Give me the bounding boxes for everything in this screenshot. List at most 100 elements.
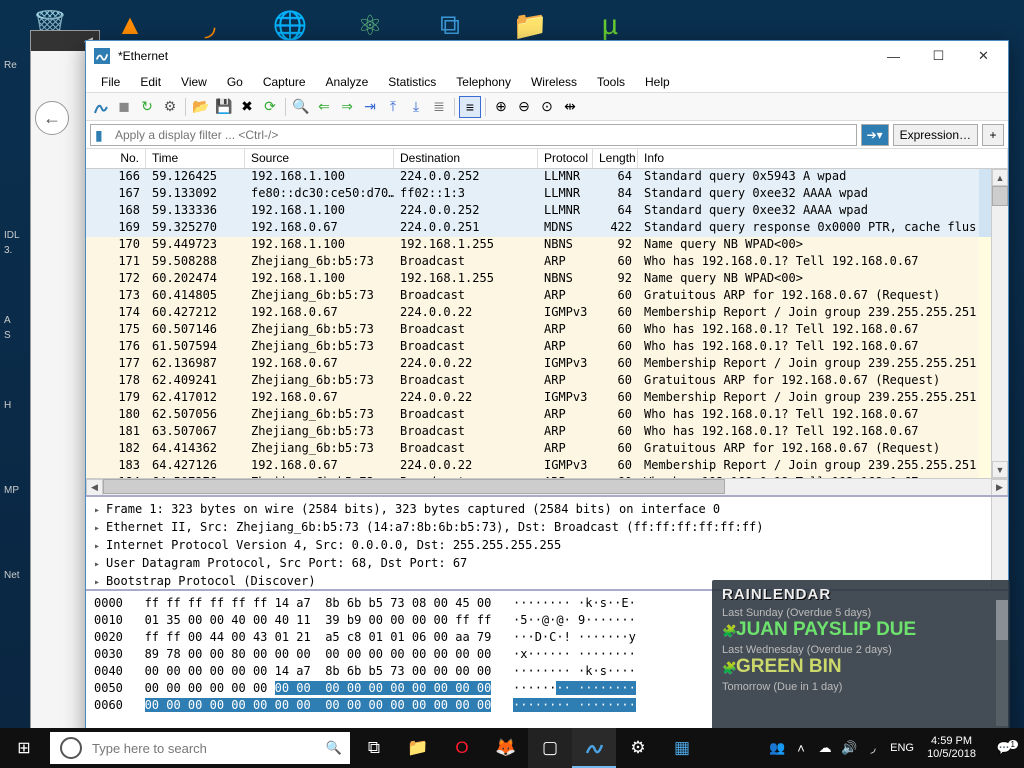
auto-scroll-icon[interactable]: ≣ — [428, 96, 450, 118]
packet-row[interactable]: 16859.133336192.168.1.100224.0.0.252LLMN… — [86, 203, 1008, 220]
menu-view[interactable]: View — [172, 72, 216, 92]
packet-row[interactable]: 16759.133092fe80::dc30:ce50:d70…ff02::1:… — [86, 186, 1008, 203]
display-filter-input[interactable]: ▮ — [90, 124, 857, 146]
menu-capture[interactable]: Capture — [254, 72, 315, 92]
event-item[interactable]: 🧩JUAN PAYSLIP DUE — [722, 619, 1000, 641]
packet-row[interactable]: 18062.507056Zhejiang_6b:b5:73BroadcastAR… — [86, 407, 1008, 424]
menu-telephony[interactable]: Telephony — [447, 72, 520, 92]
tree-node[interactable]: Internet Protocol Version 4, Src: 0.0.0.… — [94, 537, 1000, 555]
tree-node[interactable]: Ethernet II, Src: Zhejiang_6b:b5:73 (14:… — [94, 519, 1000, 537]
save-file-icon[interactable]: 💾 — [213, 96, 235, 118]
packet-row[interactable]: 17661.507594Zhejiang_6b:b5:73BroadcastAR… — [86, 339, 1008, 356]
minimize-button[interactable]: — — [871, 42, 916, 70]
packet-row[interactable]: 17059.449723192.168.1.100192.168.1.255NB… — [86, 237, 1008, 254]
packet-list-vscroll[interactable]: ▲▼ — [991, 169, 1008, 478]
jump-icon[interactable]: ⇥ — [359, 96, 381, 118]
taskbar-firefox-icon[interactable]: 🦊 — [484, 728, 528, 768]
taskbar-settings-icon[interactable]: ⚙ — [616, 728, 660, 768]
taskbar-search[interactable]: Type here to search 🔍 — [50, 732, 350, 764]
col-destination[interactable]: Destination — [394, 149, 538, 168]
packet-row[interactable]: 17260.202474192.168.1.100192.168.1.255NB… — [86, 271, 1008, 288]
restart-capture-icon[interactable]: ↻ — [136, 96, 158, 118]
colorize-icon[interactable]: ≡ — [459, 96, 481, 118]
reload-icon[interactable]: ⟳ — [259, 96, 281, 118]
menu-file[interactable]: File — [92, 72, 129, 92]
zoom-out-icon[interactable]: ⊖ — [513, 96, 535, 118]
close-button[interactable]: ✕ — [961, 42, 1006, 70]
menu-edit[interactable]: Edit — [131, 72, 170, 92]
find-icon[interactable]: 🔍 — [290, 96, 312, 118]
start-button[interactable]: ⊞ — [0, 728, 48, 768]
packet-row[interactable]: 18264.414362Zhejiang_6b:b5:73BroadcastAR… — [86, 441, 1008, 458]
packet-row[interactable]: 16659.126425192.168.1.100224.0.0.252LLMN… — [86, 169, 1008, 186]
col-info[interactable]: Info — [638, 149, 1008, 168]
add-filter-button[interactable]: + — [982, 124, 1004, 146]
expression-button[interactable]: Expression… — [893, 124, 978, 146]
titlebar[interactable]: *Ethernet — ☐ ✕ — [86, 41, 1008, 71]
stop-capture-icon[interactable]: ◼ — [113, 96, 135, 118]
close-file-icon[interactable]: ✖ — [236, 96, 258, 118]
col-protocol[interactable]: Protocol — [538, 149, 593, 168]
menu-tools[interactable]: Tools — [588, 72, 634, 92]
packet-list-header[interactable]: No. Time Source Destination Protocol Len… — [86, 149, 1008, 169]
tray-people-icon[interactable]: 👥 — [765, 740, 789, 756]
packet-row[interactable]: 17862.409241Zhejiang_6b:b5:73BroadcastAR… — [86, 373, 1008, 390]
go-first-icon[interactable]: ⤒ — [382, 96, 404, 118]
col-time[interactable]: Time — [146, 149, 245, 168]
taskbar-wireshark-icon[interactable] — [572, 728, 616, 768]
bookmark-icon[interactable]: ▮ — [95, 127, 103, 144]
tray-language[interactable]: ENG — [885, 742, 919, 754]
details-vscroll[interactable] — [991, 497, 1008, 589]
capture-options-icon[interactable]: ⚙ — [159, 96, 181, 118]
packet-row[interactable]: 16959.325270192.168.0.67224.0.0.251MDNS4… — [86, 220, 1008, 237]
packet-row[interactable]: 17159.508288Zhejiang_6b:b5:73BroadcastAR… — [86, 254, 1008, 271]
filter-field[interactable] — [115, 125, 832, 145]
open-file-icon[interactable]: 📂 — [190, 96, 212, 118]
taskbar-xbox-icon[interactable]: ▦ — [660, 728, 704, 768]
go-last-icon[interactable]: ⤓ — [405, 96, 427, 118]
menu-statistics[interactable]: Statistics — [379, 72, 445, 92]
packet-row[interactable]: 18364.427126192.168.0.67224.0.0.22IGMPv3… — [86, 458, 1008, 475]
event-item[interactable]: 🧩GREEN BIN — [722, 656, 1000, 678]
packet-row[interactable]: 17460.427212192.168.0.67224.0.0.22IGMPv3… — [86, 305, 1008, 322]
tray-wifi-icon[interactable]: ◞ — [861, 740, 885, 756]
cortana-icon[interactable] — [60, 737, 82, 759]
tree-node[interactable]: User Datagram Protocol, Src Port: 68, Ds… — [94, 555, 1000, 573]
packet-row[interactable]: 17360.414805Zhejiang_6b:b5:73BroadcastAR… — [86, 288, 1008, 305]
tray-volume-icon[interactable]: 🔊 — [837, 740, 861, 756]
taskbar-terminal-icon[interactable]: ▢ — [528, 728, 572, 768]
resize-columns-icon[interactable]: ⇹ — [559, 96, 581, 118]
search-icon[interactable]: 🔍 — [326, 740, 342, 756]
packet-row[interactable]: 17762.136987192.168.0.67224.0.0.22IGMPv3… — [86, 356, 1008, 373]
filter-apply-button[interactable]: ➔▾ — [861, 124, 889, 146]
menu-wireless[interactable]: Wireless — [522, 72, 586, 92]
packet-row[interactable]: 18163.507067Zhejiang_6b:b5:73BroadcastAR… — [86, 424, 1008, 441]
packet-list-hscroll[interactable]: ◀▶ — [86, 478, 1008, 495]
rainlendar-widget[interactable]: RAINLENDAR Last Sunday (Overdue 5 days) … — [712, 580, 1010, 730]
shark-fin-icon[interactable] — [90, 96, 112, 118]
packet-minimap[interactable] — [979, 169, 991, 478]
menu-help[interactable]: Help — [636, 72, 679, 92]
tray-onedrive-icon[interactable]: ☁ — [813, 740, 837, 756]
taskbar-clock[interactable]: 4:59 PM 10/5/2018 — [919, 735, 984, 761]
zoom-reset-icon[interactable]: ⊙ — [536, 96, 558, 118]
col-no[interactable]: No. — [86, 149, 146, 168]
taskbar-opera-icon[interactable]: O — [440, 728, 484, 768]
col-length[interactable]: Length — [593, 149, 638, 168]
go-forward-icon[interactable]: ⇒ — [336, 96, 358, 118]
rainlendar-scroll[interactable] — [996, 600, 1008, 726]
browser-back-button[interactable]: ← — [35, 101, 69, 135]
task-view-button[interactable]: ⧉ — [352, 728, 396, 768]
zoom-in-icon[interactable]: ⊕ — [490, 96, 512, 118]
tray-chevron-up-icon[interactable]: ˄ — [789, 741, 813, 756]
packet-row[interactable]: 17560.507146Zhejiang_6b:b5:73BroadcastAR… — [86, 322, 1008, 339]
packet-row[interactable]: 17962.417012192.168.0.67224.0.0.22IGMPv3… — [86, 390, 1008, 407]
action-center-button[interactable]: 💬1 — [984, 741, 1024, 755]
menu-analyze[interactable]: Analyze — [317, 72, 378, 92]
col-source[interactable]: Source — [245, 149, 394, 168]
menu-go[interactable]: Go — [218, 72, 252, 92]
taskbar-explorer-icon[interactable]: 📁 — [396, 728, 440, 768]
tree-node[interactable]: Frame 1: 323 bytes on wire (2584 bits), … — [94, 501, 1000, 519]
packet-details-pane[interactable]: Frame 1: 323 bytes on wire (2584 bits), … — [86, 497, 1008, 591]
maximize-button[interactable]: ☐ — [916, 42, 961, 70]
